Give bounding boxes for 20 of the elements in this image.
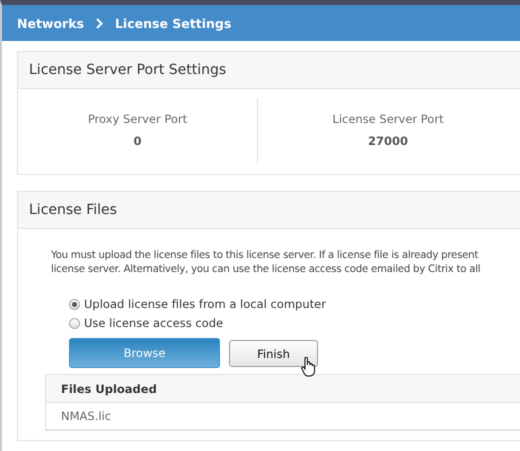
description-text: You must upload the license files to this license server. If a license file is already present: [51, 249, 480, 263]
finish-button[interactable]: Finish: [229, 340, 318, 367]
table-cell-text: NMAS.lic: [60, 408, 112, 425]
chevron-right-icon: [96, 18, 103, 28]
breadcrumb-item[interactable]: Networks: [17, 16, 84, 30]
port-value: 0: [133, 134, 142, 148]
card-title: License Server Port Settings: [18, 52, 520, 89]
port-label: Proxy Server Port: [88, 112, 188, 126]
card-title: License Files: [18, 192, 520, 229]
option-label: Upload license files from a local computer: [84, 297, 326, 311]
column-header: Files Uploaded: [46, 375, 520, 403]
port-label: License Server Port: [332, 112, 444, 126]
option-label: Use license access code: [84, 316, 224, 330]
breadcrumb-item: License Settings: [114, 16, 232, 30]
radio-button[interactable]: [69, 318, 80, 328]
port-value: 27000: [368, 134, 408, 148]
hand-pointer-icon: [301, 357, 316, 377]
browse-button[interactable]: Browse: [69, 338, 220, 368]
radio-button[interactable]: [69, 298, 80, 310]
description-text: license server. Alternatively, you can use the license access code emailed by Citrix to all: [51, 263, 482, 277]
